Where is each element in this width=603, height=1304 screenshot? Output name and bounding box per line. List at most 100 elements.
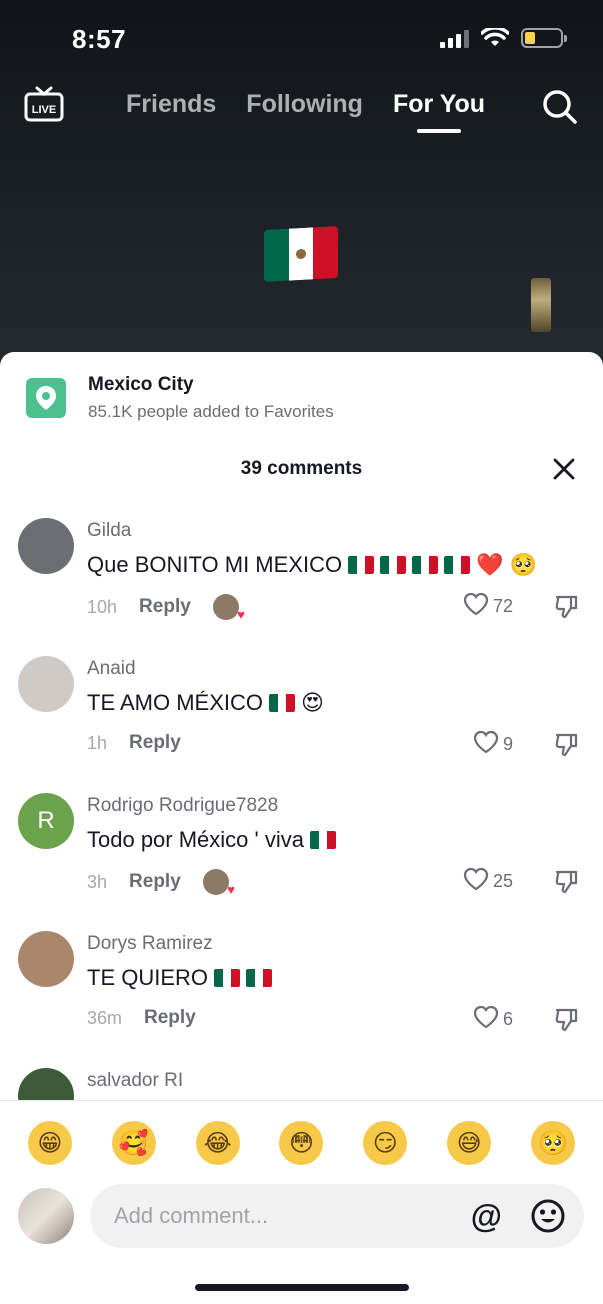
reply-button[interactable]: Reply xyxy=(129,871,181,893)
quick-emoji-button[interactable]: 😏 xyxy=(363,1120,408,1165)
comment-emoji: 😍 xyxy=(301,690,324,716)
commenter-username[interactable]: Rodrigo Rodrigue7828 xyxy=(87,795,278,817)
comment-item[interactable]: Gilda Que BONITO MI MEXICO ❤️ 🥺 10h Reply ♥ 72 xyxy=(0,518,603,656)
live-label: LIVE xyxy=(32,104,56,116)
comment-text-body: Todo por México ' viva xyxy=(87,827,304,852)
commenter-avatar[interactable]: R xyxy=(18,793,74,849)
tab-following[interactable]: Following xyxy=(246,90,363,119)
like-count: 72 xyxy=(492,596,513,616)
battery-level xyxy=(525,32,536,44)
comment-text: TE QUIERO xyxy=(87,965,273,991)
creator-liked-badge: ♥ xyxy=(202,869,235,897)
comment-time: 10h xyxy=(87,596,118,617)
comment-meta: 36m Reply xyxy=(87,1007,196,1029)
monument-decoration xyxy=(531,278,551,332)
mexico-flag-icon xyxy=(412,556,439,574)
heart-mini-icon: ♥ xyxy=(237,607,245,622)
comment-item[interactable]: R Rodrigo Rodrigue7828 Todo por México ' v… xyxy=(0,793,603,931)
battery-icon xyxy=(521,28,567,48)
status-time: 8:57 xyxy=(72,24,127,54)
commenter-avatar[interactable] xyxy=(18,1068,74,1100)
comment-meta: 10h Reply ♥ xyxy=(87,594,245,622)
close-icon[interactable] xyxy=(553,458,575,485)
comment-emoji: ❤️ xyxy=(476,552,504,578)
comment-item[interactable]: Anaid TE AMO MÉXICO 😍 1h Reply 9 xyxy=(0,656,603,794)
comment-box[interactable]: @ xyxy=(90,1184,584,1248)
dislike-icon[interactable] xyxy=(553,732,579,763)
heart-icon xyxy=(463,867,489,896)
reply-button[interactable]: Reply xyxy=(144,1007,196,1029)
mexico-flag-icon xyxy=(246,969,273,987)
like-button[interactable]: 9 xyxy=(473,730,513,759)
quick-emoji-button[interactable]: 😂 xyxy=(195,1120,240,1165)
like-button[interactable]: 6 xyxy=(473,1005,513,1034)
heart-icon xyxy=(463,592,489,621)
like-count: 25 xyxy=(492,871,513,891)
dislike-icon[interactable] xyxy=(553,594,579,625)
mexico-flag-icon xyxy=(214,969,241,987)
quick-emoji-button[interactable]: 😁 xyxy=(27,1120,72,1165)
quick-emoji-button[interactable]: 🥰 xyxy=(111,1120,156,1165)
heart-mini-icon: ♥ xyxy=(227,882,235,897)
cellular-signal-icon xyxy=(440,28,469,48)
comment-meta: 1h Reply xyxy=(87,732,181,754)
search-icon[interactable] xyxy=(541,88,579,131)
like-button[interactable]: 25 xyxy=(463,867,513,896)
live-icon[interactable]: LIVE xyxy=(24,86,64,131)
heart-icon xyxy=(473,730,499,759)
current-user-avatar xyxy=(18,1188,74,1244)
commenter-username[interactable]: Gilda xyxy=(87,520,131,542)
mexico-flag-icon xyxy=(444,556,471,574)
dislike-icon[interactable] xyxy=(553,1007,579,1038)
like-count: 6 xyxy=(502,1009,513,1029)
comment-time: 1h xyxy=(87,732,108,753)
place-subtitle: 85.1K people added to Favorites xyxy=(88,402,334,421)
comment-meta: 3h Reply ♥ xyxy=(87,869,235,897)
heart-icon xyxy=(473,1005,499,1034)
comment-input[interactable] xyxy=(114,1203,454,1229)
status-icons xyxy=(440,28,567,48)
like-button[interactable]: 72 xyxy=(463,592,513,621)
tab-for-you[interactable]: For You xyxy=(393,90,485,119)
place-name: Mexico City xyxy=(88,374,194,395)
comment-time: 3h xyxy=(87,871,108,892)
mexico-flag-icon xyxy=(348,556,375,574)
dislike-icon[interactable] xyxy=(553,869,579,900)
like-count: 9 xyxy=(502,734,513,754)
commenter-username[interactable]: Dorys Ramirez xyxy=(87,933,213,955)
quick-emoji-button[interactable]: 😳 xyxy=(279,1120,324,1165)
mexico-flag-icon xyxy=(380,556,407,574)
home-indicator xyxy=(195,1284,409,1291)
commenter-avatar[interactable] xyxy=(18,931,74,987)
comment-item[interactable]: Dorys Ramirez TE QUIERO 36m Reply 6 xyxy=(0,931,603,1069)
quick-emoji-button[interactable]: 😅 xyxy=(447,1120,492,1165)
quick-emoji-button[interactable]: 🥺 xyxy=(530,1120,575,1165)
reply-button[interactable]: Reply xyxy=(139,596,191,618)
comment-text-body: TE AMO MÉXICO xyxy=(87,690,264,715)
smile-icon[interactable] xyxy=(530,1198,566,1239)
comment-text: Todo por México ' viva xyxy=(87,827,336,853)
quick-emoji-bar: 😁 🥰 😂 😳 😏 😅 🥺 xyxy=(0,1100,603,1184)
reply-button[interactable]: Reply xyxy=(129,732,181,754)
avatar-initial: R xyxy=(37,807,55,834)
mention-at-icon[interactable]: @ xyxy=(471,1198,502,1235)
comment-text-body: Que BONITO MI MEXICO xyxy=(87,552,343,577)
mexico-flag-icon xyxy=(269,694,296,712)
place-banner[interactable]: Mexico City 85.1K people added to Favori… xyxy=(26,374,334,422)
commenter-avatar[interactable] xyxy=(18,518,74,574)
tab-friends[interactable]: Friends xyxy=(126,90,216,119)
comment-emoji: 🥺 xyxy=(509,552,537,578)
comment-text: TE AMO MÉXICO 😍 xyxy=(87,690,324,716)
location-pin-icon xyxy=(26,378,66,418)
commenter-username[interactable]: Anaid xyxy=(87,658,136,680)
commenter-username[interactable]: salvador RI xyxy=(87,1070,183,1092)
comment-text-body: TE QUIERO xyxy=(87,965,209,990)
comment-composer: @ xyxy=(0,1184,603,1304)
comment-item[interactable]: salvador RI xyxy=(0,1068,603,1100)
mexico-flag-icon xyxy=(309,831,336,849)
video-background[interactable]: 8:57 LIVE Friends Following For You xyxy=(0,0,603,370)
comment-time: 36m xyxy=(87,1007,123,1028)
commenter-avatar[interactable] xyxy=(18,656,74,712)
wifi-icon xyxy=(481,28,509,46)
comment-text: Que BONITO MI MEXICO ❤️ 🥺 xyxy=(87,552,537,578)
